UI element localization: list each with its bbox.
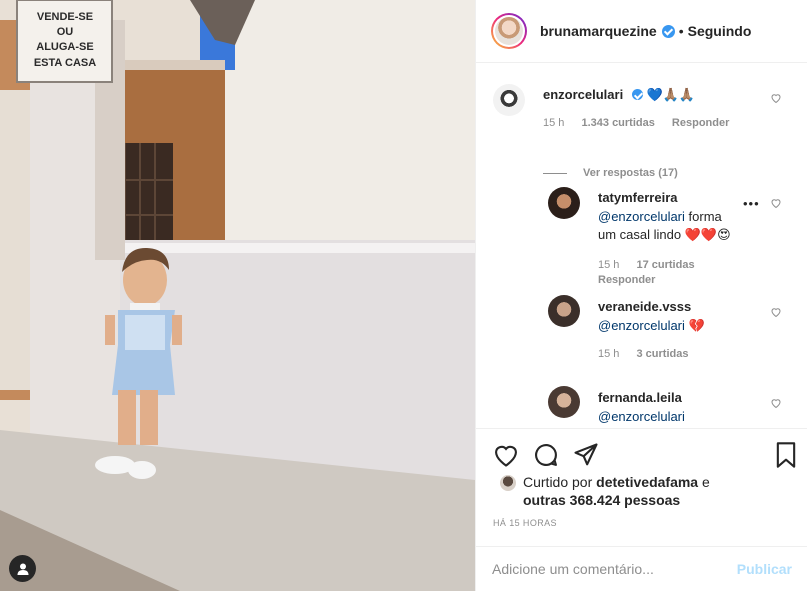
publish-button[interactable]: Publicar (737, 561, 792, 577)
verified-icon (661, 24, 675, 38)
commenter-avatar[interactable] (548, 187, 580, 219)
likes-middle: e (701, 474, 710, 490)
comment-mention[interactable]: @enzorcelulari (598, 209, 685, 224)
comment-body: fernanda.leila @enzorcelulari (598, 390, 685, 426)
comment-mention[interactable]: @enzorcelulari (598, 318, 685, 333)
post-time-ago[interactable]: HÁ 15 HORAS (493, 518, 557, 528)
view-replies-button[interactable]: Ver respostas (17) (543, 167, 678, 179)
commenter-avatar[interactable] (493, 84, 525, 116)
likes-summary: Curtido por detetivedafama e outras 368.… (493, 473, 793, 509)
comment-meta: 15 h 1.343 curtidas Responder (543, 117, 743, 129)
header-separator: • (678, 23, 684, 39)
sign-line-2: OU (57, 26, 74, 38)
photo-illustration: VENDE-SE OU ALUGA-SE ESTA CASA (0, 0, 475, 591)
comment-username[interactable]: veraneide.vsss (598, 299, 705, 314)
add-comment-bar: Publicar (476, 546, 807, 591)
comment-time[interactable]: 15 h (598, 259, 619, 271)
comment-input[interactable] (492, 561, 737, 577)
sign-line-4: ESTA CASA (34, 57, 96, 69)
heart-icon[interactable] (770, 197, 782, 209)
heart-icon[interactable] (770, 397, 782, 409)
comments-list[interactable]: enzorcelulari 💙🙏🏽🙏🏽 15 h 1.343 curtidas … (476, 64, 807, 428)
comment-likes[interactable]: 3 curtidas (636, 348, 688, 360)
author-username[interactable]: brunamarquezine (540, 23, 657, 39)
author-avatar-image (495, 17, 523, 45)
comment-mention[interactable]: @enzorcelulari (598, 409, 685, 424)
reply-item: veraneide.vsss @enzorcelulari 💔 15 h 3 c… (476, 295, 807, 375)
comment-text-line1: forma (688, 209, 722, 224)
likes-user[interactable]: detetivedafama (596, 474, 698, 490)
follow-status-button[interactable]: Seguindo (688, 23, 752, 39)
commenter-avatar[interactable] (548, 386, 580, 418)
view-replies-line (543, 172, 567, 174)
reply-item: fernanda.leila @enzorcelulari (476, 386, 807, 428)
heart-icon[interactable] (492, 441, 520, 469)
comment-text: 💔 (688, 318, 705, 333)
comment-body: veraneide.vsss @enzorcelulari 💔 (598, 299, 705, 335)
heart-icon[interactable] (770, 92, 782, 104)
verified-icon (631, 89, 643, 100)
likes-prefix: Curtido por (523, 474, 593, 490)
comment-time[interactable]: 15 h (598, 348, 619, 360)
comment-text: 💙🙏🏽🙏🏽 (646, 87, 696, 102)
comment-body: tatymferreira @enzorcelulari forma um ca… (598, 190, 748, 244)
commenter-avatar[interactable] (548, 295, 580, 327)
post-header: brunamarquezine • Seguindo (476, 0, 807, 63)
comment-likes[interactable]: 1.343 curtidas (581, 117, 654, 129)
share-icon[interactable] (572, 441, 600, 469)
sign-line-3: ALUGA-SE (36, 41, 93, 53)
instagram-post-modal: VENDE-SE OU ALUGA-SE ESTA CASA brunamarq… (0, 0, 807, 591)
likes-others[interactable]: outras 368.424 pessoas (523, 492, 680, 508)
post-photo[interactable]: VENDE-SE OU ALUGA-SE ESTA CASA (0, 0, 475, 591)
reply-button[interactable]: Responder (672, 117, 729, 129)
comment-body: enzorcelulari 💙🙏🏽🙏🏽 (543, 86, 695, 104)
comment-time[interactable]: 15 h (543, 117, 564, 129)
post-sidebar: brunamarquezine • Seguindo enzorcelulari… (475, 0, 807, 591)
more-options-icon[interactable]: ••• (743, 196, 760, 211)
comment-likes[interactable]: 17 curtidas (636, 259, 694, 271)
reply-button[interactable]: Responder (598, 274, 655, 286)
view-replies-label: Ver respostas (17) (583, 167, 678, 179)
comment-username[interactable]: fernanda.leila (598, 390, 685, 405)
reply-item: tatymferreira @enzorcelulari forma um ca… (476, 184, 807, 286)
tag-user-icon[interactable] (9, 555, 36, 582)
author-avatar-inner (493, 15, 525, 47)
comment-icon[interactable] (532, 441, 560, 469)
sign-line-1: VENDE-SE (37, 11, 93, 23)
comment-username[interactable]: enzorcelulari (543, 87, 623, 102)
heart-icon[interactable] (770, 306, 782, 318)
comment-meta: 15 h 17 curtidas (598, 259, 709, 271)
bookmark-icon[interactable] (772, 441, 800, 469)
comment-username[interactable]: tatymferreira (598, 190, 748, 205)
tag-user-icon-glyph (17, 563, 28, 575)
author-avatar[interactable] (491, 13, 527, 49)
post-actions (476, 428, 807, 478)
comment-meta: 15 h 3 curtidas (598, 348, 702, 360)
comment-text-line2: um casal lindo ❤️❤️😍 (598, 227, 731, 242)
